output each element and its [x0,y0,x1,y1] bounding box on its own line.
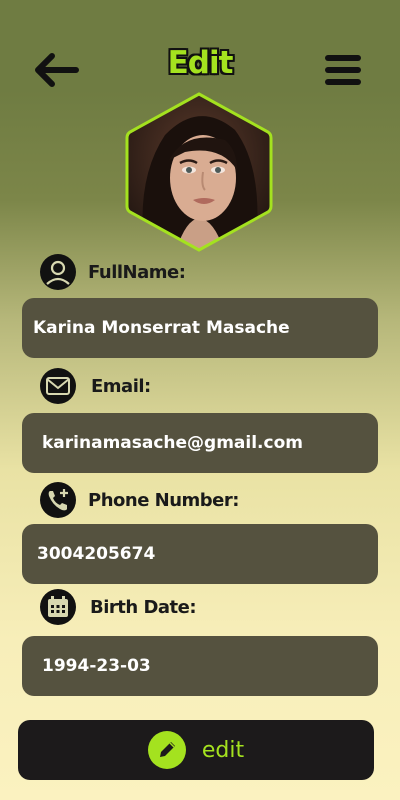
user-icon [40,254,76,290]
email-value[interactable]: karinamasache@gmail.com [42,433,303,453]
profile-photo [125,92,273,252]
phone-add-icon [40,482,76,518]
birthdate-label: Birth Date: [90,596,197,618]
mail-icon [40,368,76,404]
calendar-icon [40,589,76,625]
phone-value[interactable]: 3004205674 [37,544,155,564]
pencil-icon [147,731,186,769]
birthdate-label-row: Birth Date: [40,589,197,625]
birthdate-field[interactable]: 1994-23-03 [22,636,378,696]
email-label: Email: [91,375,151,397]
hamburger-menu-icon [325,55,361,85]
birthdate-value[interactable]: 1994-23-03 [42,656,151,676]
email-field[interactable]: karinamasache@gmail.com [22,413,378,473]
avatar[interactable] [125,90,273,254]
phone-field[interactable]: 3004205674 [22,524,378,584]
fullname-label-row: FullName: [40,254,186,290]
edit-button[interactable]: edit [18,720,374,780]
fullname-field[interactable]: Karina Monserrat Masache [22,298,378,358]
menu-button[interactable] [320,48,366,92]
email-label-row: Email: [40,368,151,404]
phone-label: Phone Number: [88,489,239,511]
fullname-value[interactable]: Karina Monserrat Masache [33,318,290,338]
fullname-label: FullName: [88,261,186,283]
phone-label-row: Phone Number: [40,482,239,518]
edit-button-label: edit [201,737,245,763]
